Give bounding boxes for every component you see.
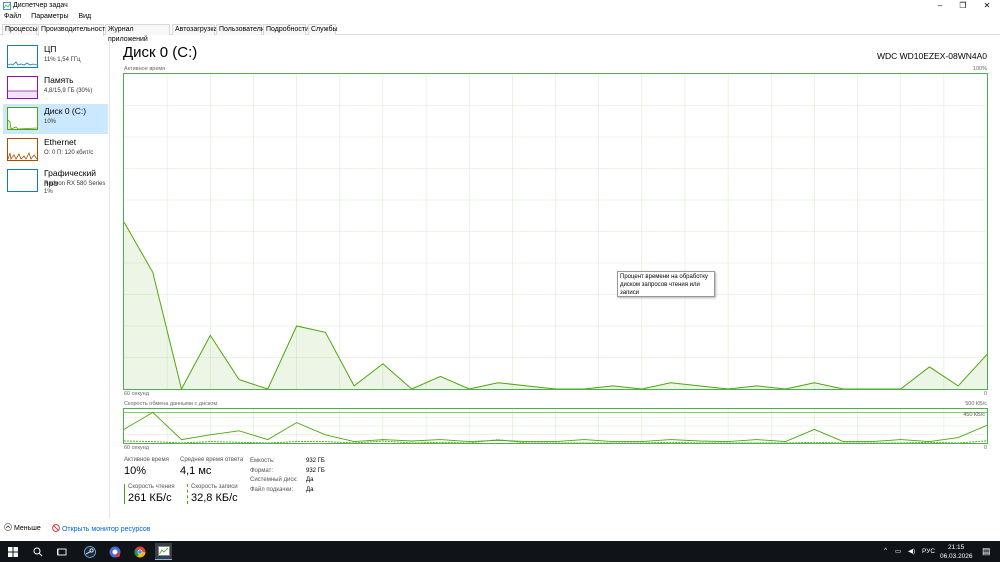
notifications-icon[interactable]: ▤ [982,546,991,557]
sidebar-item-disk[interactable]: Диск 0 (C:) 10% [3,104,108,134]
steam-icon[interactable] [81,543,98,560]
sidebar-item-ethernet[interactable]: Ethernet О: 0 П: 120 кбит/с [3,135,108,165]
device-model: WDC WD10EZEX-08WN4A0 [876,51,987,61]
sidebar: ЦП 11% 1,54 ГГц Память 4,8/15,9 ГБ (30%)… [0,40,110,518]
transfer-rate-graph: 450 КБ/с [123,408,988,444]
clock-time[interactable]: 21:15 [948,544,964,551]
tab-users[interactable]: Пользователи [216,24,265,35]
sidebar-item-value: 10% [44,119,57,125]
tab-services[interactable]: Службы [308,24,338,35]
tab-processes[interactable]: Процессы [2,24,38,35]
sidebar-item-label: Диск 0 (C:) [44,106,87,116]
sidebar-item-label: Ethernet [44,137,77,147]
active-time-label: Активное время [124,457,169,463]
tab-bar: Процессы Производительность Журнал прило… [0,23,1000,43]
chart2-title: Скорость обмена данными с диском [124,401,218,407]
taskbar: ^ ▭ ◀) РУС 21:15 06.03.2026 ▤ [0,541,1000,562]
avg-response-value: 4,1 мс [180,465,212,477]
write-speed-stat: Скорость записи 32,8 КБ/с [187,484,238,504]
cpu-thumbnail [7,45,38,68]
write-speed-value: 32,8 КБ/с [191,492,238,504]
disk-properties: Емкость: 932 ГБ Формат: 932 ГБ Системный д… [250,457,325,495]
active-time-value: 10% [124,465,147,477]
task-view-icon[interactable] [53,543,70,560]
window-title: Диспетчер задач [13,2,68,9]
menu-file[interactable]: Файл [0,12,25,21]
task-manager-taskbar-icon[interactable] [155,543,172,560]
sidebar-item-label: Память [44,75,74,85]
footer: Меньше Открыть монитор ресурсов [0,520,1000,540]
tab-details[interactable]: Подробности [263,24,309,35]
tooltip: Процент времени на обработку диском запр… [617,271,715,297]
sidebar-item-memory[interactable]: Память 4,8/15,9 ГБ (30%) [3,73,108,103]
chart1-title: Активное время [124,66,166,72]
menu-options[interactable]: Параметры [27,12,72,21]
property-row: Формат: 932 ГБ [250,467,325,474]
transfer-rate-svg [123,409,988,444]
sidebar-item-value: Radeon RX 580 Series 1% [44,181,106,195]
ethernet-thumbnail [7,138,38,161]
sidebar-item-label: ЦП [44,44,57,54]
chart2-ref-label: 450 КБ/с [963,412,985,418]
avg-response-label: Среднее время ответа [180,457,244,463]
chart1-max-label: 100% [972,66,987,72]
title-bar: Диспетчер задач – ❐ ✕ [0,0,1000,12]
active-time-stat: Активное время 10% [124,457,169,477]
property-row: Системный диск: Да [250,477,314,483]
gpu-thumbnail [7,169,38,192]
read-speed-value: 261 КБ/с [128,492,172,504]
app-icon[interactable] [106,543,123,560]
chart1-time-label: 60 секунд [124,391,149,397]
clock-date[interactable]: 06.03.2026 [940,553,973,560]
maximize-button[interactable]: ❐ [952,0,974,12]
menu-view[interactable]: Вид [74,12,95,21]
minimize-button[interactable]: – [929,0,951,12]
menu-bar: Файл Параметры Вид [0,12,95,23]
chart1-min-label: 0 [983,391,987,397]
sidebar-item-gpu[interactable]: Графический про Radeon RX 580 Series 1% [3,166,108,200]
task-manager-icon [3,2,11,10]
tab-startup[interactable]: Автозагрузка [172,24,217,35]
chart2-time-label: 60 секунд [124,445,149,451]
chart2-min-label: 0 [983,445,987,451]
tab-performance[interactable]: Производительность [38,24,109,36]
disk-thumbnail [7,107,38,130]
active-time-svg [123,74,988,391]
page-title: Диск 0 (C:) [123,44,198,61]
active-time-graph [123,73,988,391]
tab-app-history[interactable]: Журнал приложений [105,24,170,43]
sidebar-item-value: 11% 1,54 ГГц [44,57,81,63]
avg-response-stat: Среднее время ответа 4,1 мс [180,457,243,477]
read-speed-label: Скорость чтения [128,484,175,490]
close-button[interactable]: ✕ [976,0,998,12]
tray-chevron-icon[interactable]: ^ [884,547,887,554]
language-indicator[interactable]: РУС [922,548,935,555]
tray-network-icon[interactable]: ▭ [895,547,901,555]
write-speed-label: Скорость записи [191,484,238,490]
property-row: Емкость: 932 ГБ [250,458,325,464]
resource-monitor-icon [52,524,60,532]
windows-start-icon[interactable] [4,543,21,560]
sidebar-item-value: 4,8/15,9 ГБ (30%) [44,88,93,94]
sidebar-item-value: О: 0 П: 120 кбит/с [44,150,94,156]
chevron-up-icon [4,523,12,531]
search-icon[interactable] [29,543,46,560]
property-row: Файл подкачки: Да [250,486,314,493]
open-resource-monitor-link[interactable]: Открыть монитор ресурсов [52,524,151,533]
sidebar-item-cpu[interactable]: ЦП 11% 1,54 ГГц [3,42,108,72]
read-speed-stat: Скорость чтения 261 КБ/с [124,484,175,504]
chart2-max-label: 500 КБ/с [965,401,987,407]
chrome-icon[interactable] [131,543,148,560]
memory-thumbnail [7,76,38,99]
tray-speaker-icon[interactable]: ◀) [908,547,915,555]
fewer-details-button[interactable]: Меньше [4,523,41,532]
